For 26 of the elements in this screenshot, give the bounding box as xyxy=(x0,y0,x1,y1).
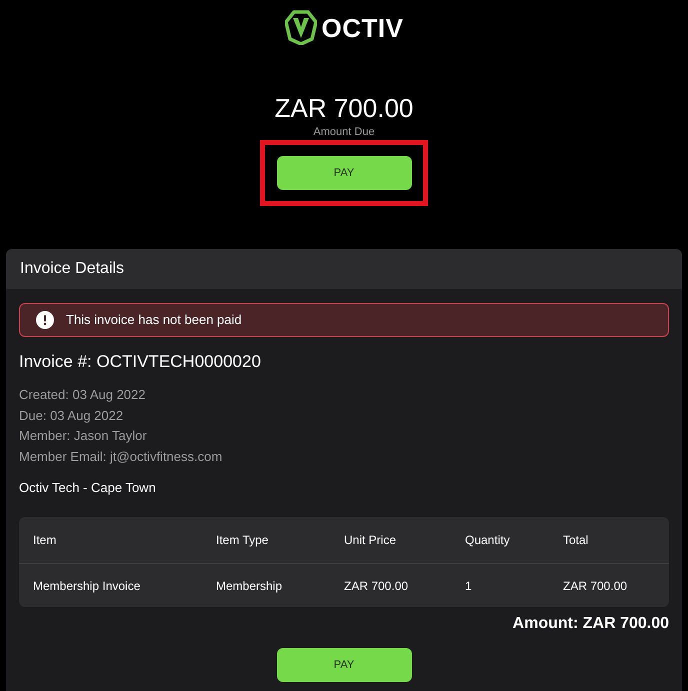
invoice-number: Invoice #: OCTIVTECH0000020 xyxy=(19,351,262,373)
location-name: Octiv Tech - Cape Town xyxy=(19,479,157,497)
pay-button[interactable]: PAY xyxy=(276,648,412,682)
column-header: Total xyxy=(563,532,590,549)
amount-due-value: ZAR 700.00 xyxy=(274,93,414,123)
detail-line: Due: 03 Aug 2022 xyxy=(19,406,124,425)
column-header: Item Type xyxy=(216,532,270,549)
amount-total: Amount: ZAR 700.00 xyxy=(512,614,669,634)
table-cell-text: ZAR 700.00 xyxy=(563,578,628,594)
table-cell-text: ZAR 700.00 xyxy=(344,578,410,594)
alert-message: This invoice has not been paid xyxy=(66,311,242,330)
logo-text: OCTIV xyxy=(322,12,404,42)
table-cell-text: Membership Invoice xyxy=(33,578,142,594)
column-header: Unit Price xyxy=(344,532,398,549)
column-header: Quantity xyxy=(465,532,511,549)
pay-button[interactable]: PAY xyxy=(276,156,412,190)
card-title: Invoice Details xyxy=(20,259,124,279)
column-header: Item xyxy=(33,532,58,549)
table-cell-text: 1 xyxy=(465,578,473,594)
detail-line: Member Email: jt@octivfitness.com xyxy=(19,448,224,466)
table-cell-text: Membership xyxy=(216,578,284,594)
warning-icon xyxy=(36,311,54,329)
detail-line: Member: Jason Taylor xyxy=(19,427,148,445)
logo-icon xyxy=(284,10,317,45)
detail-line: Created: 03 Aug 2022 xyxy=(19,386,146,404)
amount-due-label: Amount Due xyxy=(313,125,375,139)
